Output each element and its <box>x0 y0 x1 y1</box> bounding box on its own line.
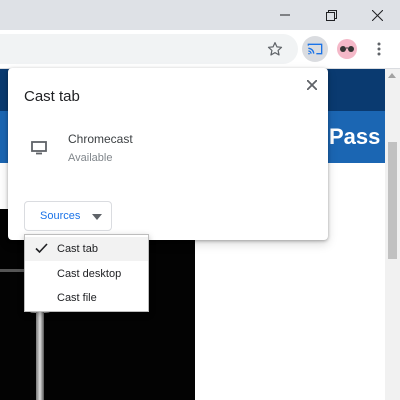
chevron-down-icon <box>92 214 102 220</box>
profile-avatar-icon <box>337 39 357 59</box>
profile-button[interactable] <box>334 36 360 62</box>
minimize-button[interactable] <box>262 0 308 30</box>
checkmark-icon <box>35 243 48 254</box>
page-scrollbar[interactable] <box>385 69 400 400</box>
restore-icon <box>325 9 337 21</box>
dialog-close-button[interactable] <box>301 74 323 96</box>
sink-name: Chromecast <box>68 132 133 146</box>
address-bar[interactable] <box>0 34 298 64</box>
close-icon <box>307 80 317 90</box>
banner-text: Pass <box>329 124 381 149</box>
title-bar <box>0 0 400 30</box>
restore-button[interactable] <box>308 0 354 30</box>
menu-item-cast-desktop[interactable]: Cast desktop <box>25 262 148 286</box>
cast-toolbar-button[interactable] <box>302 36 328 62</box>
menu-item-label: Cast desktop <box>57 268 122 280</box>
bookmark-star-button[interactable] <box>262 36 288 62</box>
cast-dialog: Cast tab Chromecast Available Sources <box>8 68 328 240</box>
minimize-icon <box>280 14 290 16</box>
browser-toolbar <box>0 30 400 69</box>
photo-detail <box>36 309 44 400</box>
star-icon <box>267 42 283 56</box>
scroll-thumb[interactable] <box>388 142 397 259</box>
browser-menu-button[interactable] <box>366 36 392 62</box>
sources-button-label: Sources <box>40 210 81 222</box>
close-icon <box>371 9 383 21</box>
menu-item-cast-tab[interactable]: Cast tab <box>25 237 148 261</box>
cast-icon <box>307 43 323 55</box>
window-close-button[interactable] <box>354 0 400 30</box>
monitor-icon <box>31 141 47 160</box>
sink-status: Available <box>68 152 113 164</box>
kebab-menu-icon <box>377 42 381 56</box>
sources-menu: Cast tab Cast desktop Cast file <box>24 234 149 312</box>
sink-item-chromecast[interactable]: Chromecast Available <box>8 126 328 174</box>
scroll-up-arrow-icon[interactable] <box>388 73 396 78</box>
menu-item-label: Cast tab <box>57 243 98 255</box>
menu-item-cast-file[interactable]: Cast file <box>25 286 148 310</box>
dialog-title: Cast tab <box>24 88 80 105</box>
sources-button[interactable]: Sources <box>24 201 112 231</box>
menu-item-label: Cast file <box>57 292 97 304</box>
